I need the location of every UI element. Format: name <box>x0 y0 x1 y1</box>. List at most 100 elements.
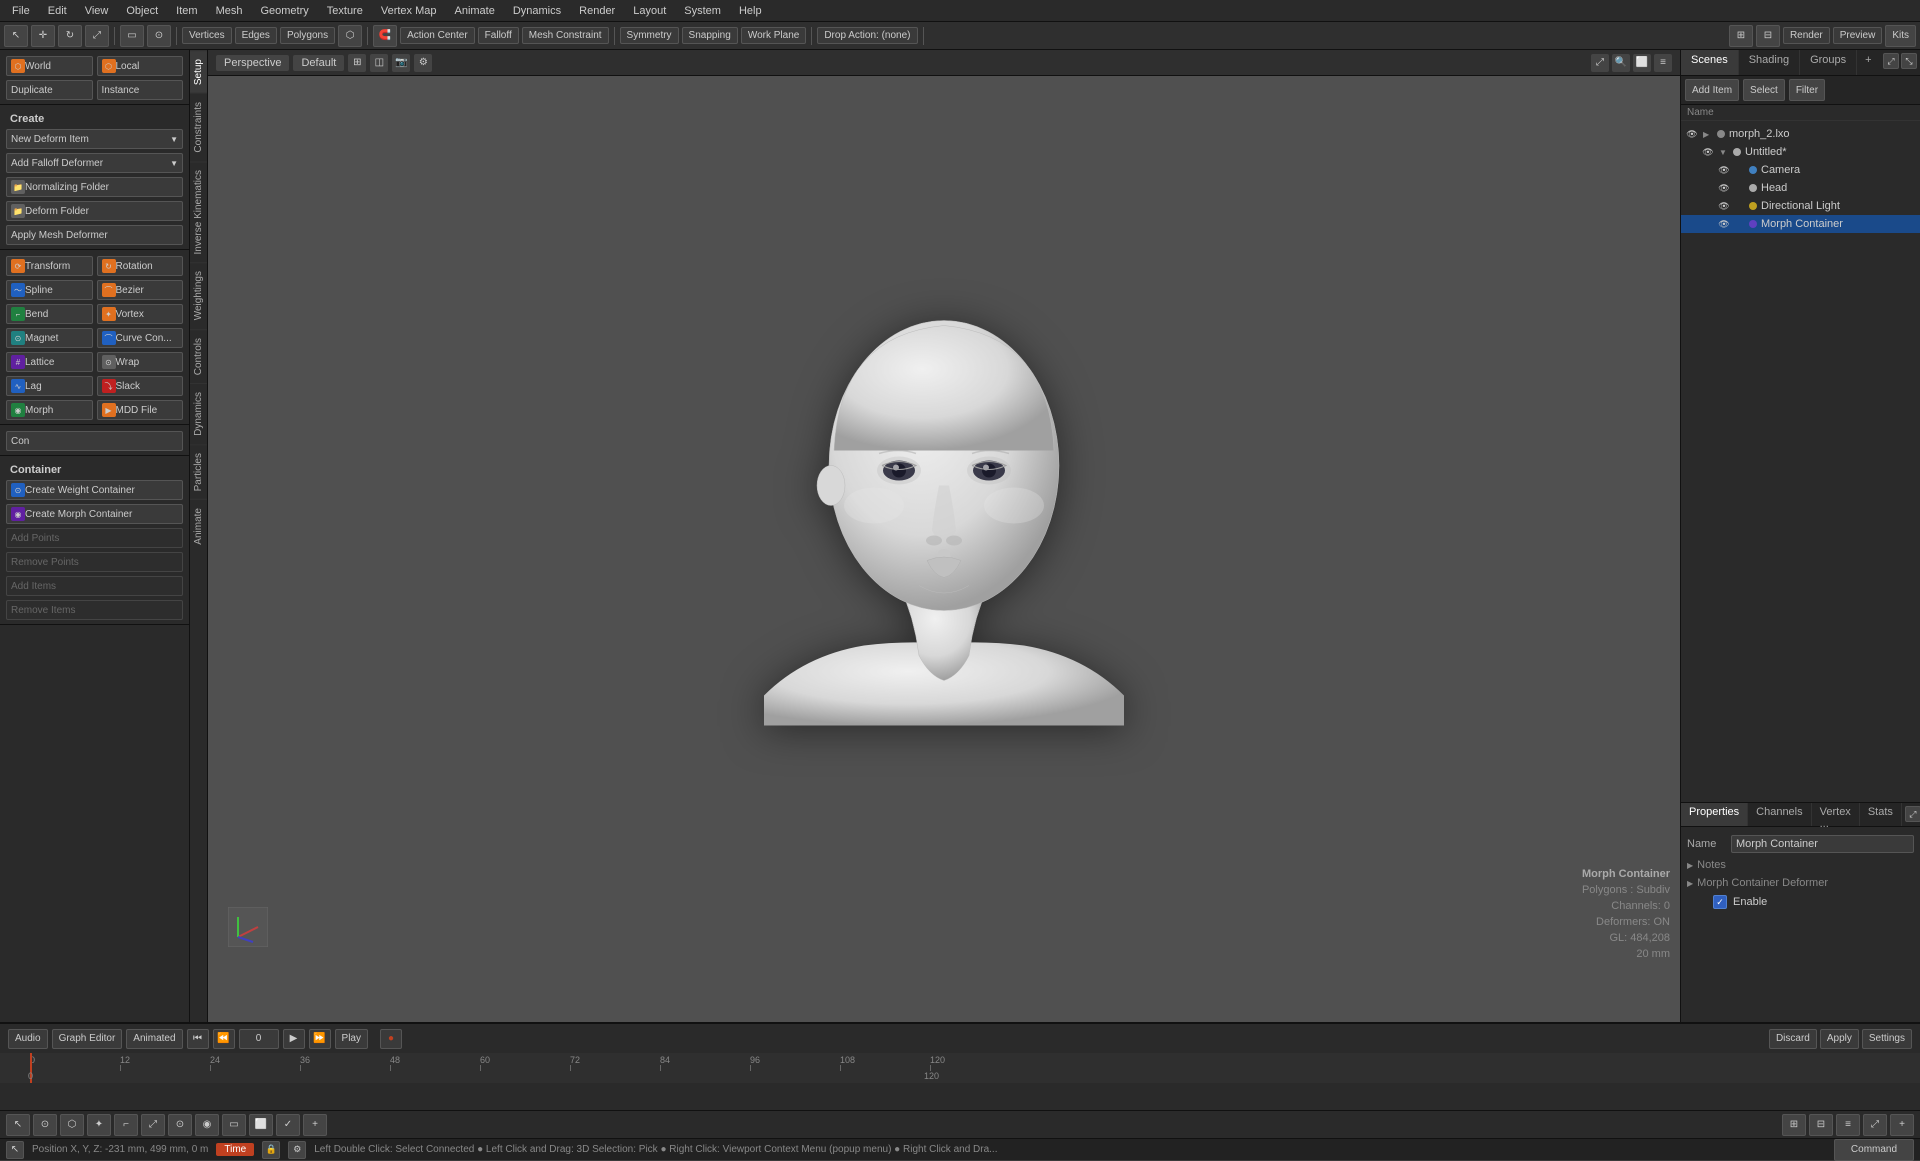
menu-mesh[interactable]: Mesh <box>208 3 251 19</box>
menu-render[interactable]: Render <box>571 3 623 19</box>
select-btn[interactable]: Select <box>1743 79 1785 101</box>
instance-btn[interactable]: Instance <box>97 80 184 100</box>
vortex-btn[interactable]: ✦ Vortex <box>97 304 184 324</box>
bottom-tool-6[interactable]: ⤢ <box>141 1114 165 1136</box>
vp-maximize[interactable]: ⬜ <box>1633 54 1651 72</box>
tab-vertex[interactable]: Vertex ... <box>1812 803 1860 826</box>
menu-animate[interactable]: Animate <box>446 3 502 19</box>
tree-item-untitled[interactable]: 👁 ▼ Untitled* <box>1681 143 1920 161</box>
transform-btn[interactable]: ⟳ Transform <box>6 256 93 276</box>
tree-item-morph-container[interactable]: 👁 Morph Container <box>1681 215 1920 233</box>
menu-vertex-map[interactable]: Vertex Map <box>373 3 445 19</box>
create-morph-btn[interactable]: ◉ Create Morph Container <box>6 504 183 524</box>
tab-stats[interactable]: Stats <box>1860 803 1902 826</box>
bezier-btn[interactable]: ⌒ Bezier <box>97 280 184 300</box>
kits-btn[interactable]: Kits <box>1885 25 1916 47</box>
polygon-mode[interactable]: ⬡ <box>338 25 362 47</box>
bottom-tool-3[interactable]: ⬡ <box>60 1114 84 1136</box>
tab-setup[interactable]: Setup <box>190 50 207 93</box>
normalizing-folder-btn[interactable]: 📁 Normalizing Folder <box>6 177 183 197</box>
right-bottom-1[interactable]: ⊞ <box>1782 1114 1806 1136</box>
tab-properties[interactable]: Properties <box>1681 803 1748 826</box>
status-tool[interactable]: ↖ <box>6 1141 24 1159</box>
menu-object[interactable]: Object <box>118 3 166 19</box>
menu-view[interactable]: View <box>77 3 117 19</box>
play-pause[interactable]: ▶ <box>283 1029 305 1049</box>
edges-btn[interactable]: Edges <box>235 27 277 44</box>
bottom-tool-10[interactable]: ⬜ <box>249 1114 273 1136</box>
vp-zoom-fit[interactable]: ⤢ <box>1591 54 1609 72</box>
menu-system[interactable]: System <box>676 3 729 19</box>
mesh-constraint-btn[interactable]: Mesh Constraint <box>522 27 609 44</box>
vertices-btn[interactable]: Vertices <box>182 27 232 44</box>
render-btn[interactable]: Render <box>1783 27 1830 44</box>
animated-btn[interactable]: Animated <box>126 1029 182 1049</box>
falloff-btn[interactable]: Falloff <box>478 27 519 44</box>
vis-icon-morph[interactable]: 👁 <box>1717 217 1731 231</box>
tool-box-select[interactable]: ▭ <box>120 25 144 47</box>
apply-btn[interactable]: Apply <box>1820 1029 1859 1049</box>
vis-icon-light[interactable]: 👁 <box>1717 199 1731 213</box>
snapping-btn[interactable]: Snapping <box>682 27 738 44</box>
preview-btn[interactable]: Preview <box>1833 27 1883 44</box>
world-btn[interactable]: ⬡ World <box>6 56 93 76</box>
prev-frame[interactable]: ⏪ <box>213 1029 235 1049</box>
discard-btn[interactable]: Discard <box>1769 1029 1817 1049</box>
rewind-start[interactable]: ⏮ <box>187 1029 209 1049</box>
tab-controls[interactable]: Controls <box>190 329 207 383</box>
graph-editor-btn[interactable]: Graph Editor <box>52 1029 123 1049</box>
menu-help[interactable]: Help <box>731 3 770 19</box>
tree-item-camera[interactable]: 👁 Camera <box>1681 161 1920 179</box>
duplicate-btn[interactable]: Duplicate <box>6 80 93 100</box>
time-settings[interactable]: ⚙ <box>288 1141 306 1159</box>
tree-item-light[interactable]: 👁 Directional Light <box>1681 197 1920 215</box>
bend-btn[interactable]: ⌐ Bend <box>6 304 93 324</box>
vp-grid-icon[interactable]: ⊞ <box>348 54 366 72</box>
tab-channels[interactable]: Channels <box>1748 803 1811 826</box>
bottom-tool-7[interactable]: ⊙ <box>168 1114 192 1136</box>
bottom-tool-4[interactable]: ✦ <box>87 1114 111 1136</box>
bottom-tool-1[interactable]: ↖ <box>6 1114 30 1136</box>
filter-btn[interactable]: Filter <box>1789 79 1825 101</box>
tool-lasso[interactable]: ⊙ <box>147 25 171 47</box>
rotation-btn[interactable]: ↻ Rotation <box>97 256 184 276</box>
vis-icon-lxo[interactable]: 👁 <box>1685 127 1699 141</box>
menu-layout[interactable]: Layout <box>625 3 674 19</box>
scene-collapse[interactable]: ⤡ <box>1901 53 1917 69</box>
audio-btn[interactable]: Audio <box>8 1029 48 1049</box>
magnet-btn[interactable]: ⊙ Magnet <box>6 328 93 348</box>
morph-deformer-section[interactable]: ▶ Morph Container Deformer <box>1687 873 1914 891</box>
vp-zoom-in[interactable]: 🔍 <box>1612 54 1630 72</box>
lag-btn[interactable]: ∿ Lag <box>6 376 93 396</box>
tab-groups[interactable]: Groups <box>1800 50 1857 75</box>
tab-animate[interactable]: Animate <box>190 499 207 553</box>
vp-perspective[interactable]: Perspective <box>216 55 289 71</box>
symmetry-btn[interactable]: Symmetry <box>620 27 679 44</box>
bottom-tool-5[interactable]: ⌐ <box>114 1114 138 1136</box>
bottom-tool-9[interactable]: ▭ <box>222 1114 246 1136</box>
menu-dynamics[interactable]: Dynamics <box>505 3 569 19</box>
viewport-canvas[interactable]: Morph Container Polygons : Subdiv Channe… <box>208 76 1680 1022</box>
wrap-btn[interactable]: ⊙ Wrap <box>97 352 184 372</box>
bottom-tool-2[interactable]: ⊙ <box>33 1114 57 1136</box>
tree-item-head[interactable]: 👁 Head <box>1681 179 1920 197</box>
bottom-tool-11[interactable]: ✓ <box>276 1114 300 1136</box>
time-indicator[interactable]: Time <box>216 1143 254 1156</box>
vis-icon-head[interactable]: 👁 <box>1717 181 1731 195</box>
frame-input[interactable] <box>239 1029 279 1049</box>
right-bottom-5[interactable]: + <box>1890 1114 1914 1136</box>
vp-more[interactable]: ≡ <box>1654 54 1672 72</box>
time-lock[interactable]: 🔒 <box>262 1141 280 1159</box>
enable-checkbox[interactable]: ✓ <box>1713 895 1727 909</box>
right-bottom-2[interactable]: ⊟ <box>1809 1114 1833 1136</box>
layout-options[interactable]: ⊞ <box>1729 25 1753 47</box>
tab-ik[interactable]: Inverse Kinematics <box>190 161 207 262</box>
tab-shading[interactable]: Shading <box>1739 50 1800 75</box>
settings-btn[interactable]: Settings <box>1862 1029 1912 1049</box>
layout-options2[interactable]: ⊟ <box>1756 25 1780 47</box>
name-input[interactable] <box>1731 835 1914 853</box>
tab-scenes[interactable]: Scenes <box>1681 50 1739 75</box>
menu-item[interactable]: Item <box>168 3 205 19</box>
right-bottom-3[interactable]: ≡ <box>1836 1114 1860 1136</box>
action-center-btn[interactable]: Action Center <box>400 27 475 44</box>
